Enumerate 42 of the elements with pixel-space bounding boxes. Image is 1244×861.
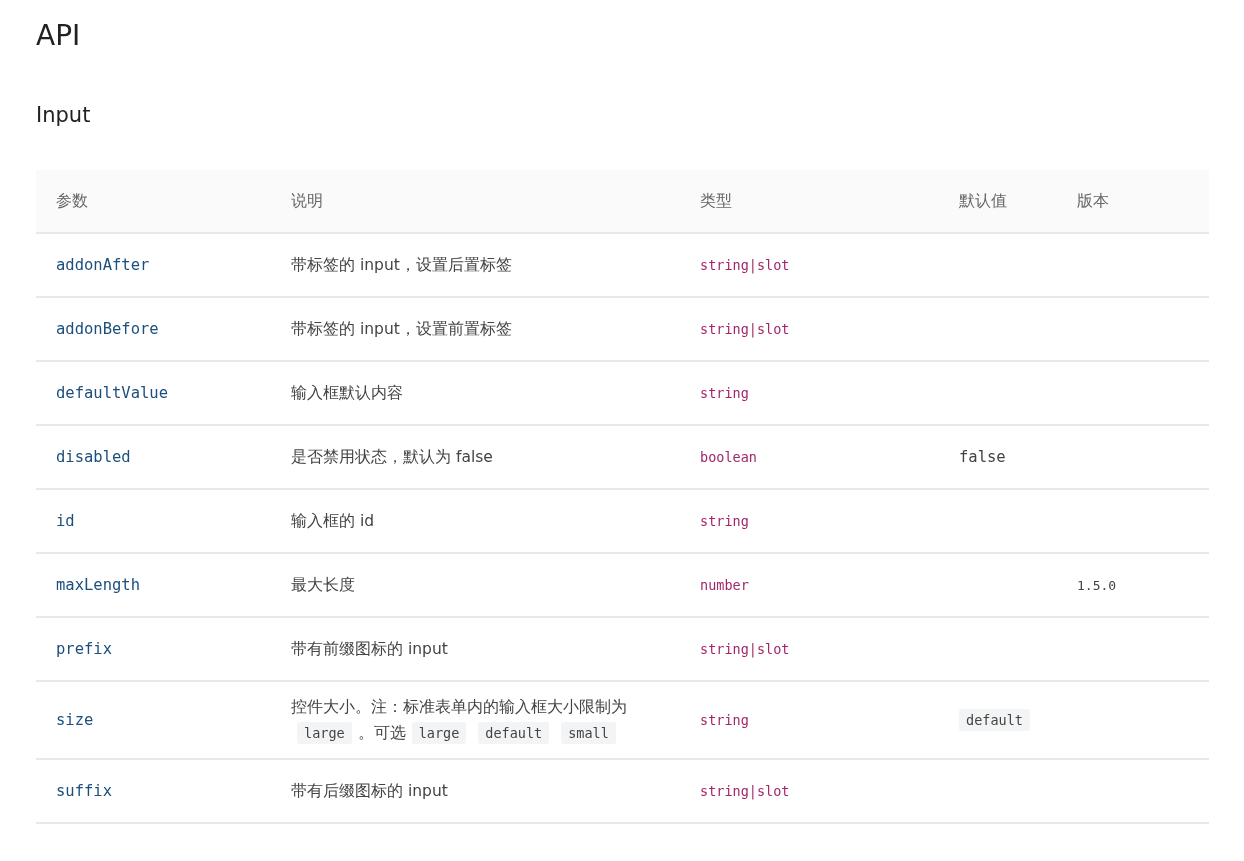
description-text: 输入框的 id bbox=[291, 512, 375, 530]
type-text: string|slot bbox=[700, 321, 790, 337]
param-name: id bbox=[56, 512, 75, 530]
description-text: 控件大小。注：标准表单内的输入框大小限制为 bbox=[291, 698, 627, 716]
column-header: 默认值 bbox=[939, 170, 1057, 233]
description-text: 。可选 bbox=[357, 724, 406, 742]
param-name: maxLength bbox=[56, 576, 140, 594]
param-name: suffix bbox=[56, 782, 112, 800]
default-value: default bbox=[959, 709, 1030, 731]
description-text: 带有后缀图标的 input bbox=[291, 782, 448, 800]
type-text: string|slot bbox=[700, 783, 790, 799]
description-text: 最大长度 bbox=[291, 576, 355, 594]
description-text: 带有前缀图标的 input bbox=[291, 640, 448, 658]
description-text: 是否禁用状态，默认为 false bbox=[291, 448, 493, 466]
code-tag: large bbox=[297, 722, 352, 744]
code-tag: default bbox=[478, 722, 550, 744]
type-text: string|slot bbox=[700, 257, 790, 273]
description-text: 带标签的 input，设置后置标签 bbox=[291, 256, 512, 274]
param-name: disabled bbox=[56, 448, 131, 466]
column-header: 参数 bbox=[36, 170, 271, 233]
column-header: 版本 bbox=[1057, 170, 1209, 233]
param-name: size bbox=[56, 711, 94, 729]
description-text: 带标签的 input，设置前置标签 bbox=[291, 320, 512, 338]
param-name: prefix bbox=[56, 640, 112, 658]
param-name: defaultValue bbox=[56, 384, 168, 402]
column-header: 说明 bbox=[271, 170, 680, 233]
column-header: 类型 bbox=[680, 170, 939, 233]
version-text: 1.5.0 bbox=[1077, 577, 1117, 593]
type-text: boolean bbox=[700, 449, 757, 465]
section-title: Input bbox=[36, 102, 92, 129]
param-name: addonBefore bbox=[56, 320, 159, 338]
type-text: string bbox=[700, 712, 749, 728]
param-name: addonAfter bbox=[56, 256, 150, 274]
page-title: API bbox=[36, 18, 82, 54]
type-text: number bbox=[700, 577, 749, 593]
code-tag: large bbox=[411, 722, 467, 744]
code-tag: small bbox=[561, 722, 616, 744]
type-text: string bbox=[700, 513, 749, 529]
description-text: 输入框默认内容 bbox=[291, 384, 403, 402]
type-text: string|slot bbox=[700, 641, 790, 657]
type-text: string bbox=[700, 385, 749, 401]
default-value: false bbox=[959, 448, 1006, 466]
